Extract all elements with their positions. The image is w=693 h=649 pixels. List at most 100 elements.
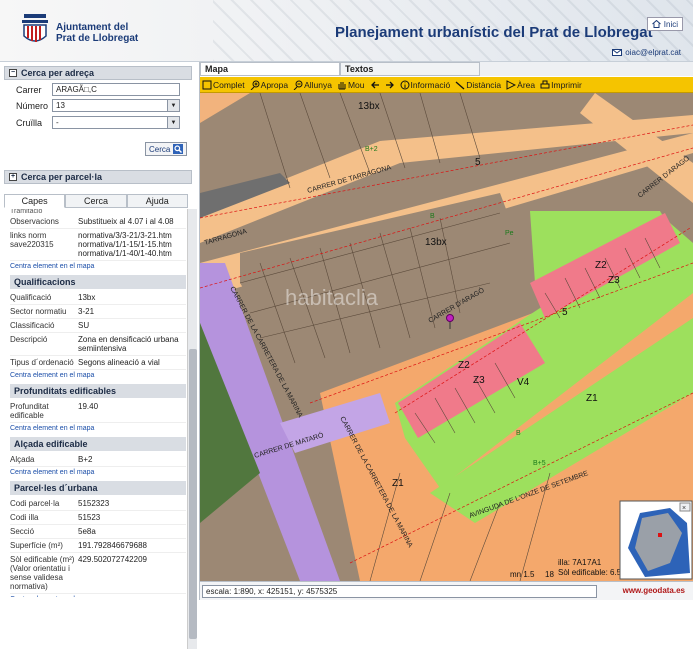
cross-row: Cruïlla - ▼ [0, 116, 180, 129]
distancia-tool[interactable]: Distància [455, 80, 501, 90]
tool-label: Complet [213, 79, 245, 90]
imprimir-tool[interactable]: Imprimir [540, 80, 582, 90]
zone-label: V4 [517, 377, 530, 388]
tab-cerca[interactable]: Cerca [65, 194, 127, 208]
info-row: Secció 5e8a [10, 525, 186, 539]
scrollbar-thumb[interactable] [189, 349, 197, 639]
zone-label: 13bx [425, 237, 447, 248]
centre-element-link[interactable]: Centra element en el mapa [10, 594, 186, 597]
number-select[interactable]: 13 ▼ [52, 99, 180, 112]
info-value: normativa/3/3-21/3-21.htm normativa/1/1-… [78, 231, 172, 258]
forward-tool[interactable] [385, 80, 395, 90]
tool-label: Apropa [260, 79, 289, 90]
info-row: links norm save220315 normativa/3/3-21/3-… [10, 229, 186, 261]
info-value: 5152323 [78, 499, 110, 508]
arrow-left-icon [370, 81, 379, 88]
cross-value: - [56, 118, 59, 127]
email-text: oiac@elprat.cat [625, 48, 681, 57]
watermark: habitaclia [285, 285, 379, 310]
zoom-in-icon [250, 80, 260, 90]
zone-label: B [430, 213, 435, 220]
informacio-tool[interactable]: Informació [400, 80, 450, 90]
street-row: Carrer ARAGÃ□,C [0, 83, 180, 96]
info-row: Codi parcel·la 5152323 [10, 497, 186, 511]
brand-link[interactable]: www.geodata.es [623, 586, 685, 595]
map-canvas[interactable]: CARRER DE TARRAGONA TARRAGONA CARRER D'A… [200, 93, 693, 581]
alcada-header: Alçada edificable [10, 437, 186, 451]
zoom-out-icon [293, 80, 303, 90]
info-value: 51523 [78, 513, 101, 522]
tab-textos[interactable]: Textos [340, 62, 480, 76]
map-toolbar: Complet Apropa Allunya Mou Informació Di… [200, 77, 693, 93]
info-value: Segons alineació a vial [78, 358, 160, 367]
left-panel: − Cerca per adreça Carrer ARAGÃ□,C Númer… [0, 62, 200, 649]
complet-tool[interactable]: Complet [202, 80, 245, 90]
logo-line-1: Ajuntament del [56, 22, 129, 33]
cross-select[interactable]: - ▼ [52, 116, 180, 129]
qualificacions-header: Qualificacions [10, 275, 186, 289]
illa-label: illa: 7A1 [558, 558, 587, 567]
area-tool[interactable]: Àrea [506, 80, 535, 90]
info-value: Zona en densificació urbana semiintensiv… [78, 335, 179, 353]
home-button[interactable]: Inici [646, 17, 683, 31]
info-key: Descripció [10, 335, 48, 344]
info-row: Descripció Zona en densificació urbana se… [10, 333, 186, 356]
overview-minimap[interactable]: × [619, 500, 693, 580]
zone-label: B [516, 430, 521, 437]
qualificacions-rows: Qualificació 13bx Sector normatiu 3-21 Class… [10, 291, 186, 370]
parcel-search-header[interactable]: + Cerca per parcel·la [4, 170, 192, 184]
tab-ajuda[interactable]: Ajuda [126, 194, 188, 208]
info-key: Sòl edificable (m²) (Valor orientatiu i … [10, 555, 75, 591]
address-search-title: Cerca per adreça [21, 68, 95, 78]
street-label: Carrer [16, 84, 42, 95]
number-row: Número 13 ▼ [0, 99, 180, 112]
arrow-right-icon [385, 81, 394, 88]
search-icon [173, 144, 184, 154]
info-row: Superfície (m²) 191.792846679688 [10, 539, 186, 553]
info-value: 429.502072742209 [78, 555, 147, 564]
centre-element-link[interactable]: Centra element en el mapa [10, 467, 186, 479]
address-search-header[interactable]: − Cerca per adreça [4, 66, 192, 80]
back-tool[interactable] [370, 80, 380, 90]
info-key: Profunditat edificable [10, 402, 49, 420]
tab-mapa[interactable]: Mapa [200, 62, 340, 76]
info-row: Observacions Substitueix al 4.07 i al 4.0… [10, 215, 186, 229]
info-value: 13bx [78, 293, 96, 302]
tool-label: Allunya [304, 79, 332, 90]
street-input[interactable]: ARAGÃ□,C [52, 83, 180, 96]
info-key: Tipus d´ordenació [10, 358, 74, 367]
tab-capes[interactable]: Capes [4, 194, 66, 208]
centre-element-link[interactable]: Centra element en el mapa [10, 423, 186, 435]
info-key: links norm save220315 [10, 231, 54, 249]
expand-icon: + [9, 173, 17, 181]
email-link[interactable]: oiac@elprat.cat [612, 48, 681, 57]
status-bar: escala: 1:890, x: 425151, y: 4575325 www… [200, 581, 693, 600]
info-row: Profunditat edificable 19.40 [10, 400, 186, 423]
app-header: Ajuntament del Prat de Llobregat Planeja… [0, 0, 693, 62]
collapse-icon: − [9, 69, 17, 77]
zone-label: Z2 [458, 360, 470, 371]
centre-element-link[interactable]: Centra element en el mapa [10, 261, 186, 273]
tool-label: Distància [466, 79, 502, 90]
urban-plan-map[interactable]: CARRER DE TARRAGONA TARRAGONA CARRER D'A… [200, 93, 693, 581]
info-value: SU [78, 321, 90, 330]
allunya-tool[interactable]: Allunya [293, 80, 332, 90]
centre-element-link[interactable]: Centra element en el mapa [10, 370, 186, 382]
info-key: Classificació [10, 321, 55, 330]
search-button[interactable]: Cerca [145, 142, 188, 156]
street-value: ARAGÃ□,C [56, 85, 97, 94]
info-row: Classificació SU [10, 319, 186, 333]
info-value: B+2 [78, 455, 93, 464]
mou-tool[interactable]: Mou [337, 80, 365, 90]
info-row: Tipus d´ordenació Segons alineació a vial [10, 356, 186, 370]
home-icon [651, 20, 661, 28]
mn-label: mn 1.5 [510, 570, 535, 579]
info-row: Qualificació 13bx [10, 291, 186, 305]
profunditats-header: Profunditats edificables [10, 384, 186, 398]
parcel-search-title: Cerca per parcel·la [21, 172, 103, 182]
ajuntament-logo-icon [22, 14, 48, 42]
printer-icon [540, 80, 550, 88]
tool-label: Mou [347, 79, 365, 90]
apropa-tool[interactable]: Apropa [250, 80, 288, 90]
info-scrollbar[interactable] [187, 209, 197, 649]
